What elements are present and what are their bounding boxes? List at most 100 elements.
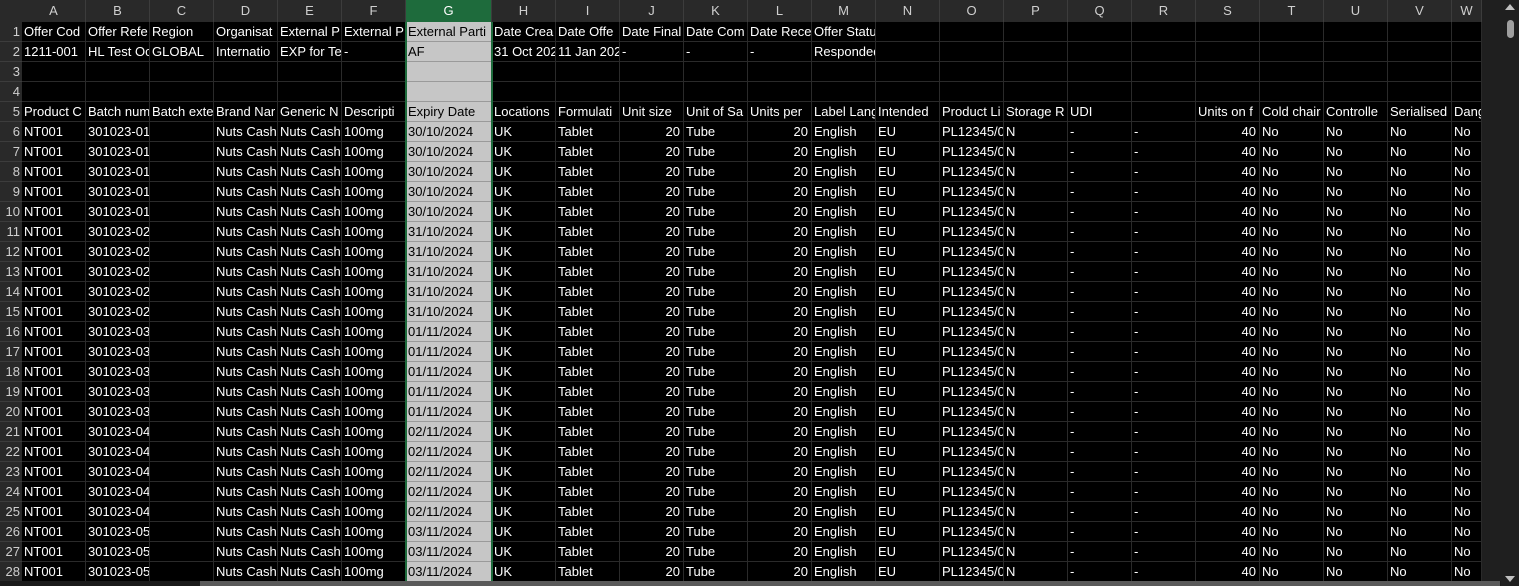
cell-q12[interactable]: - xyxy=(1068,242,1132,262)
cell-k23[interactable]: Tube xyxy=(684,462,748,482)
cell-s12[interactable]: 40 xyxy=(1196,242,1260,262)
cell-r1[interactable] xyxy=(1132,22,1196,42)
cell-u6[interactable]: No xyxy=(1324,122,1388,142)
row-header[interactable]: 7 xyxy=(0,142,22,162)
cell-f11[interactable]: 100mg xyxy=(342,222,406,242)
cell-k13[interactable]: Tube xyxy=(684,262,748,282)
cell-i21[interactable]: Tablet xyxy=(556,422,620,442)
cell-s16[interactable]: 40 xyxy=(1196,322,1260,342)
cell-r6[interactable]: - xyxy=(1132,122,1196,142)
cell-w10[interactable]: No xyxy=(1452,202,1482,222)
vertical-scroll-thumb[interactable] xyxy=(1507,20,1514,38)
column-header-d[interactable]: D xyxy=(214,0,278,22)
cell-q24[interactable]: - xyxy=(1068,482,1132,502)
row-header[interactable]: 28 xyxy=(0,562,22,582)
cell-g16[interactable]: 01/11/2024 xyxy=(406,322,492,342)
cell-b15[interactable]: 301023-02 xyxy=(86,302,150,322)
cell-k1[interactable]: Date Com xyxy=(684,22,748,42)
cell-b6[interactable]: 301023-01 xyxy=(86,122,150,142)
cell-t16[interactable]: No xyxy=(1260,322,1324,342)
cell-c16[interactable] xyxy=(150,322,214,342)
cell-s28[interactable]: 40 xyxy=(1196,562,1260,582)
cell-u9[interactable]: No xyxy=(1324,182,1388,202)
cell-p15[interactable]: N xyxy=(1004,302,1068,322)
cell-t1[interactable] xyxy=(1260,22,1324,42)
cell-b25[interactable]: 301023-04 xyxy=(86,502,150,522)
cell-b20[interactable]: 301023-03 xyxy=(86,402,150,422)
cell-m1[interactable]: Offer Status xyxy=(812,22,876,42)
cell-c6[interactable] xyxy=(150,122,214,142)
cell-u15[interactable]: No xyxy=(1324,302,1388,322)
cell-a20[interactable]: NT001 xyxy=(22,402,86,422)
cell-n13[interactable]: EU xyxy=(876,262,940,282)
cell-r16[interactable]: - xyxy=(1132,322,1196,342)
row-header[interactable]: 3 xyxy=(0,62,22,82)
cell-r20[interactable]: - xyxy=(1132,402,1196,422)
cell-s8[interactable]: 40 xyxy=(1196,162,1260,182)
cell-e8[interactable]: Nuts Cashew xyxy=(278,162,342,182)
cell-m22[interactable]: English xyxy=(812,442,876,462)
cell-j26[interactable]: 20 xyxy=(620,522,684,542)
cell-e4[interactable] xyxy=(278,82,342,102)
cell-m20[interactable]: English xyxy=(812,402,876,422)
cell-h5[interactable]: Locations xyxy=(492,102,556,122)
cell-g5[interactable]: Expiry Date xyxy=(406,102,492,122)
cell-b18[interactable]: 301023-03 xyxy=(86,362,150,382)
column-header-b[interactable]: B xyxy=(86,0,150,22)
cell-a11[interactable]: NT001 xyxy=(22,222,86,242)
cell-d13[interactable]: Nuts Cash xyxy=(214,262,278,282)
column-header-h[interactable]: H xyxy=(492,0,556,22)
column-header-j[interactable]: J xyxy=(620,0,684,22)
cell-f16[interactable]: 100mg xyxy=(342,322,406,342)
cell-l16[interactable]: 20 xyxy=(748,322,812,342)
cell-i20[interactable]: Tablet xyxy=(556,402,620,422)
row-header[interactable]: 5 xyxy=(0,102,22,122)
cell-l6[interactable]: 20 xyxy=(748,122,812,142)
cell-c5[interactable]: Batch exte xyxy=(150,102,214,122)
cell-n24[interactable]: EU xyxy=(876,482,940,502)
cell-d3[interactable] xyxy=(214,62,278,82)
cell-w15[interactable]: No xyxy=(1452,302,1482,322)
cell-h4[interactable] xyxy=(492,82,556,102)
cell-j18[interactable]: 20 xyxy=(620,362,684,382)
cell-w11[interactable]: No xyxy=(1452,222,1482,242)
cell-k4[interactable] xyxy=(684,82,748,102)
cell-d7[interactable]: Nuts Cash xyxy=(214,142,278,162)
cell-h3[interactable] xyxy=(492,62,556,82)
row-header[interactable]: 6 xyxy=(0,122,22,142)
cell-e10[interactable]: Nuts Cashew xyxy=(278,202,342,222)
cell-s11[interactable]: 40 xyxy=(1196,222,1260,242)
cell-l4[interactable] xyxy=(748,82,812,102)
cell-j14[interactable]: 20 xyxy=(620,282,684,302)
cell-m18[interactable]: English xyxy=(812,362,876,382)
cell-l26[interactable]: 20 xyxy=(748,522,812,542)
cell-n10[interactable]: EU xyxy=(876,202,940,222)
cell-i6[interactable]: Tablet xyxy=(556,122,620,142)
cell-p5[interactable]: Storage R xyxy=(1004,102,1068,122)
cell-n20[interactable]: EU xyxy=(876,402,940,422)
cell-u23[interactable]: No xyxy=(1324,462,1388,482)
cell-r17[interactable]: - xyxy=(1132,342,1196,362)
cell-s1[interactable] xyxy=(1196,22,1260,42)
cell-h7[interactable]: UK xyxy=(492,142,556,162)
cell-s10[interactable]: 40 xyxy=(1196,202,1260,222)
cell-h8[interactable]: UK xyxy=(492,162,556,182)
cell-v4[interactable] xyxy=(1388,82,1452,102)
cell-v18[interactable]: No xyxy=(1388,362,1452,382)
cell-m28[interactable]: English xyxy=(812,562,876,582)
cell-s5[interactable]: Units on f xyxy=(1196,102,1260,122)
cell-c25[interactable] xyxy=(150,502,214,522)
cell-l23[interactable]: 20 xyxy=(748,462,812,482)
row-header[interactable]: 17 xyxy=(0,342,22,362)
cell-u10[interactable]: No xyxy=(1324,202,1388,222)
cell-n5[interactable]: Intended xyxy=(876,102,940,122)
cell-t10[interactable]: No xyxy=(1260,202,1324,222)
column-header-e[interactable]: E xyxy=(278,0,342,22)
cell-o8[interactable]: PL12345/0 xyxy=(940,162,1004,182)
cell-u25[interactable]: No xyxy=(1324,502,1388,522)
cell-g28[interactable]: 03/11/2024 xyxy=(406,562,492,582)
cell-a9[interactable]: NT001 xyxy=(22,182,86,202)
cell-f3[interactable] xyxy=(342,62,406,82)
cell-c9[interactable] xyxy=(150,182,214,202)
cell-t13[interactable]: No xyxy=(1260,262,1324,282)
